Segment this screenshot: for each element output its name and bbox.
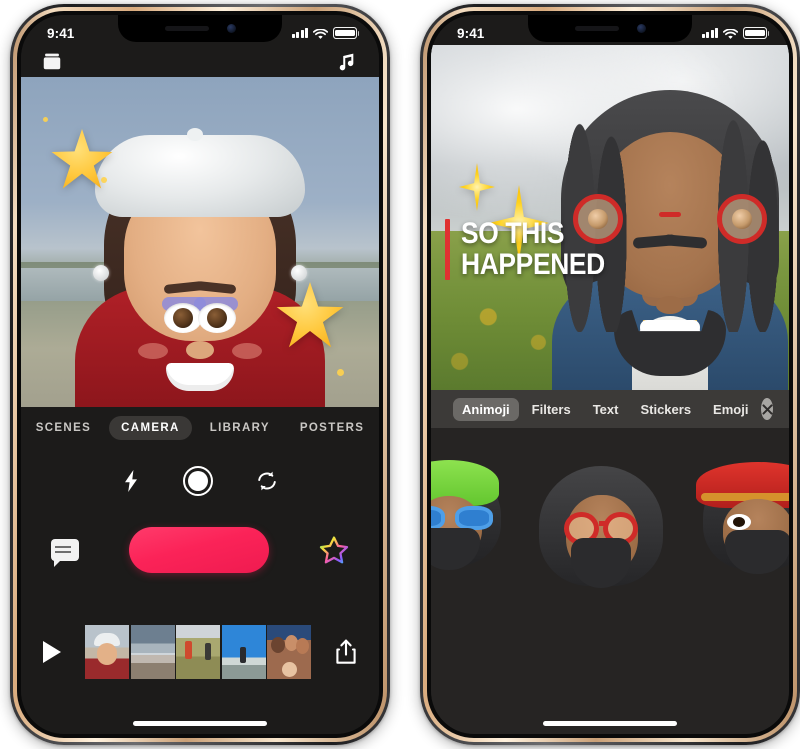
clips-camera-ui: SCENES CAMERA LIBRARY POSTERS: [21, 15, 379, 734]
status-time: 9:41: [457, 25, 485, 41]
tab-emoji[interactable]: Emoji: [704, 398, 757, 421]
wifi-icon: [312, 27, 329, 39]
edit-toolbar: Animoji Filters Text Stickers Emoji: [431, 390, 789, 428]
share-icon[interactable]: [335, 639, 357, 665]
caption-line-1: SO THIS: [461, 217, 565, 250]
sparkle-dot: [43, 117, 48, 122]
tab-stickers[interactable]: Stickers: [631, 398, 700, 421]
music-note-icon[interactable]: [337, 49, 359, 73]
notch: [118, 15, 282, 42]
live-titles-icon[interactable]: [51, 539, 79, 567]
list-item[interactable]: [221, 624, 266, 679]
flip-camera-icon[interactable]: [255, 469, 279, 493]
list-item[interactable]: [176, 624, 220, 679]
clips-editor-ui: SO THIS HAPPENED Animoji Filters Text St…: [431, 15, 789, 734]
phone-left-bezel: SCENES CAMERA LIBRARY POSTERS 9:41: [13, 7, 387, 742]
status-time: 9:41: [47, 25, 75, 41]
mode-tabbar: SCENES CAMERA LIBRARY POSTERS: [21, 407, 379, 449]
earpiece-speaker: [164, 26, 209, 31]
rainbow-star-icon[interactable]: [319, 535, 349, 565]
battery-icon: [743, 27, 770, 39]
record-row: [21, 513, 379, 587]
projects-icon[interactable]: [41, 50, 63, 72]
tab-text[interactable]: Text: [584, 398, 628, 421]
cellular-signal-icon: [291, 28, 308, 38]
animoji-tray[interactable]: [431, 428, 789, 734]
record-button[interactable]: [129, 527, 269, 573]
close-icon[interactable]: [761, 398, 773, 420]
sparkle-dot: [337, 369, 344, 376]
screenshot-stage: SCENES CAMERA LIBRARY POSTERS 9:41 SO TH…: [0, 0, 800, 749]
phone-left: SCENES CAMERA LIBRARY POSTERS 9:41: [10, 4, 390, 745]
front-camera: [636, 24, 646, 33]
wifi-icon: [722, 27, 739, 39]
sparkle-dot: [101, 177, 107, 183]
list-item[interactable]: [267, 624, 311, 679]
phone-left-screen: SCENES CAMERA LIBRARY POSTERS 9:41: [21, 15, 379, 734]
cellular-signal-icon: [701, 28, 718, 38]
play-icon[interactable]: [43, 640, 61, 663]
phone-left-inner: SCENES CAMERA LIBRARY POSTERS 9:41: [17, 11, 383, 738]
tab-scenes[interactable]: SCENES: [24, 416, 103, 440]
clip-strip[interactable]: [85, 624, 311, 679]
battery-icon: [333, 27, 360, 39]
phone-right: SO THIS HAPPENED Animoji Filters Text St…: [420, 4, 800, 745]
caption-accent-bar: [445, 219, 450, 281]
home-indicator[interactable]: [543, 721, 677, 726]
phone-right-screen: SO THIS HAPPENED Animoji Filters Text St…: [431, 15, 789, 734]
star-sticker-2[interactable]: [276, 282, 344, 350]
phone-right-bezel: SO THIS HAPPENED Animoji Filters Text St…: [423, 7, 797, 742]
flash-icon[interactable]: [121, 469, 141, 493]
caption-overlay[interactable]: SO THIS HAPPENED: [445, 217, 625, 281]
notch: [528, 15, 692, 42]
shutter-button[interactable]: [183, 466, 213, 496]
tab-filters[interactable]: Filters: [523, 398, 580, 421]
film-strip-row: [21, 587, 379, 734]
front-camera: [226, 24, 236, 33]
caption-line-2: HAPPENED: [461, 247, 605, 281]
camera-preview[interactable]: [21, 77, 379, 407]
photo-canvas[interactable]: SO THIS HAPPENED: [431, 45, 789, 390]
earpiece-speaker: [574, 26, 619, 31]
list-item[interactable]: [130, 624, 175, 679]
tab-posters[interactable]: POSTERS: [288, 416, 376, 440]
animoji-option-sombrero[interactable]: [696, 461, 789, 575]
animoji-option-dreadlocks[interactable]: [539, 466, 663, 589]
list-item[interactable]: [85, 624, 129, 679]
tab-camera[interactable]: CAMERA: [109, 416, 192, 440]
home-indicator[interactable]: [133, 721, 267, 726]
tab-animoji[interactable]: Animoji: [453, 397, 519, 421]
phone-right-inner: SO THIS HAPPENED Animoji Filters Text St…: [427, 11, 793, 738]
tab-library[interactable]: LIBRARY: [198, 416, 282, 440]
camera-controls: [21, 449, 379, 513]
animoji-option-green-beanie[interactable]: [431, 460, 501, 570]
